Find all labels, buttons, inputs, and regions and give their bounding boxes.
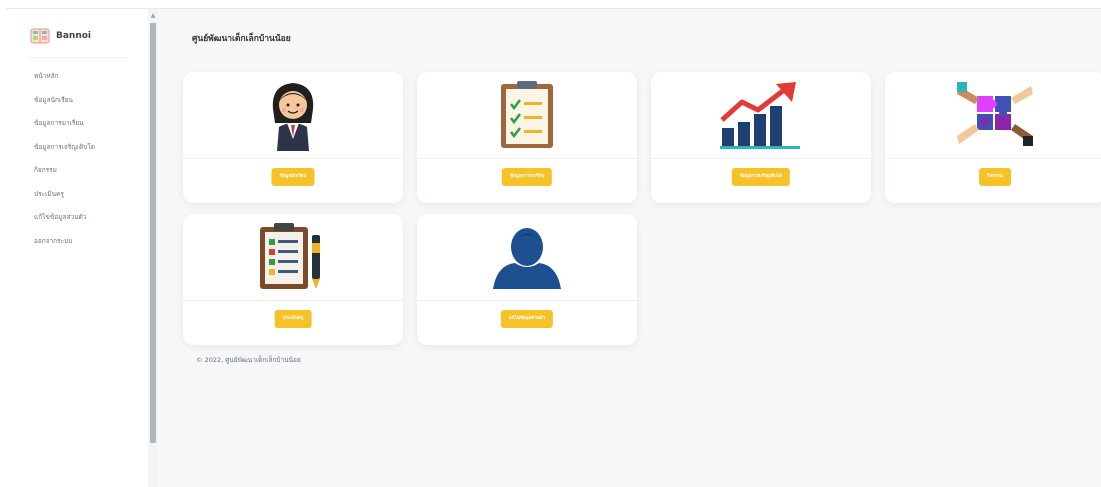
card-divider xyxy=(885,158,1101,159)
card-divider xyxy=(417,300,637,301)
scrollbar-thumb[interactable] xyxy=(150,23,156,443)
sidebar-item-activities[interactable]: กิจกรรม xyxy=(34,165,95,189)
card-students[interactable]: ข้อมูลนักเรียน xyxy=(183,72,403,203)
checklist-icon xyxy=(501,81,553,148)
footer-copyright: © 2022, ศูนย์พัฒนาเด็กเล็กบ้านน้อย xyxy=(196,356,301,364)
brand[interactable]: Bannoi xyxy=(30,27,91,45)
sidebar: Bannoi หน้าหลัก ข้อมูลนักเรียน ข้อมูลการ… xyxy=(6,9,148,487)
sidebar-item-students[interactable]: ข้อมูลนักเรียน xyxy=(34,95,95,119)
sidebar-item-edit-profile[interactable]: แก้ไขข้อมูลส่วนตัว xyxy=(34,212,95,236)
teacher-evaluation-button[interactable]: ประเมินครู xyxy=(274,310,312,328)
sidebar-item-teacher-evaluation[interactable]: ประเมินครู xyxy=(34,189,95,213)
puzzle-hands-icon xyxy=(957,82,1033,146)
student-icon xyxy=(272,83,314,151)
user-profile-icon xyxy=(493,228,561,289)
main-content: ศูนย์พัฒนาเด็กเล็กบ้านน้อย ข้อมูลนักเรีย… xyxy=(158,9,1101,487)
growth-button[interactable]: ข้อมูลการเจริญเติบโต xyxy=(731,168,791,186)
card-divider xyxy=(651,158,871,159)
sidebar-scrollbar[interactable]: ▲ xyxy=(148,9,158,487)
sidebar-item-logout[interactable]: ออกจากระบบ xyxy=(34,236,95,260)
sidebar-item-attendance[interactable]: ข้อมูลการมาเรียน xyxy=(34,118,95,142)
card-edit-profile[interactable]: แก้ไขข้อมูลส่วนตัว xyxy=(417,214,637,345)
sidebar-item-home[interactable]: หน้าหลัก xyxy=(34,71,95,95)
activities-button[interactable]: กิจกรรม xyxy=(979,168,1011,186)
book-logo-icon xyxy=(30,28,50,44)
card-divider xyxy=(417,158,637,159)
app-window: Bannoi หน้าหลัก ข้อมูลนักเรียน ข้อมูลการ… xyxy=(6,8,1101,487)
card-divider xyxy=(183,300,403,301)
card-teacher-evaluation[interactable]: ประเมินครู xyxy=(183,214,403,345)
card-attendance[interactable]: ข้อมูลการมาเรียน xyxy=(417,72,637,203)
scroll-up-icon[interactable]: ▲ xyxy=(148,11,158,21)
card-activities[interactable]: กิจกรรม xyxy=(885,72,1101,203)
sidebar-item-growth[interactable]: ข้อมูลการเจริญเติบโต xyxy=(34,142,95,166)
edit-profile-button[interactable]: แก้ไขข้อมูลส่วนตัว xyxy=(500,310,554,328)
students-button[interactable]: ข้อมูลนักเรียน xyxy=(271,168,315,186)
card-growth[interactable]: ข้อมูลการเจริญเติบโต xyxy=(651,72,871,203)
sidebar-nav: หน้าหลัก ข้อมูลนักเรียน ข้อมูลการมาเรียน… xyxy=(34,71,95,259)
clipboard-pen-icon xyxy=(260,223,320,289)
attendance-button[interactable]: ข้อมูลการมาเรียน xyxy=(501,168,553,186)
brand-divider xyxy=(28,57,128,58)
card-divider xyxy=(183,158,403,159)
growth-chart-icon xyxy=(720,82,800,149)
page-title: ศูนย์พัฒนาเด็กเล็กบ้านน้อย xyxy=(192,34,291,44)
app-name: Bannoi xyxy=(56,31,92,41)
